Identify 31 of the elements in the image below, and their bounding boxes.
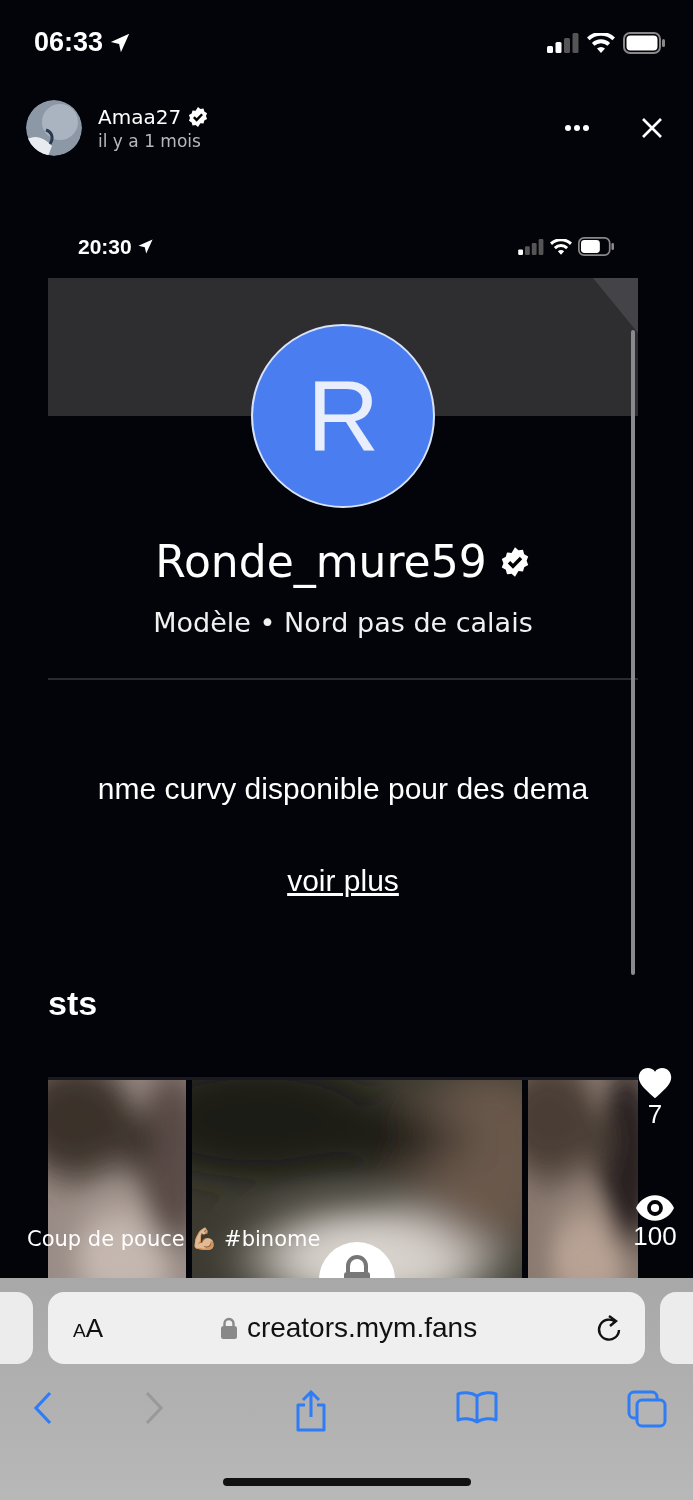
close-button[interactable] — [641, 116, 663, 139]
more-options-button[interactable] — [565, 124, 589, 131]
signal-icon — [518, 238, 544, 255]
reload-icon[interactable] — [595, 1313, 623, 1343]
tab-preview[interactable] — [0, 1292, 33, 1364]
profile-name: Ronde_mure59 — [155, 536, 487, 587]
see-more-link[interactable]: voir plus — [287, 864, 399, 898]
profile-subtitle: Modèle • Nord pas de calais — [153, 607, 533, 638]
like-count: 7 — [647, 1099, 663, 1130]
view-count: 100 — [633, 1221, 677, 1252]
url-text: creators.mym.fans — [246, 1312, 478, 1344]
location-arrow-icon — [136, 238, 154, 255]
username[interactable]: Amaa27 — [98, 104, 182, 129]
tab-preview[interactable] — [660, 1292, 693, 1364]
address-bar[interactable]: AA creators.mym.fans — [48, 1292, 645, 1364]
profile-bio: nme curvy disponible pour des dema — [97, 772, 589, 806]
wifi-icon — [587, 32, 615, 53]
wifi-icon — [550, 238, 572, 255]
status-time: 20:30 — [78, 234, 154, 259]
eye-icon — [636, 1195, 674, 1221]
heart-icon[interactable] — [636, 1065, 674, 1099]
avatar[interactable] — [26, 99, 82, 156]
battery-icon — [578, 237, 614, 256]
text-size-button[interactable]: AA — [73, 1312, 104, 1344]
section-title: sts — [48, 984, 98, 1023]
lock-icon — [220, 1317, 237, 1339]
status-time: 06:33 — [34, 27, 132, 58]
post-time: il y a 1 mois — [98, 130, 202, 151]
battery-icon — [623, 31, 665, 54]
signal-icon — [547, 32, 579, 53]
location-arrow-icon — [109, 31, 132, 54]
